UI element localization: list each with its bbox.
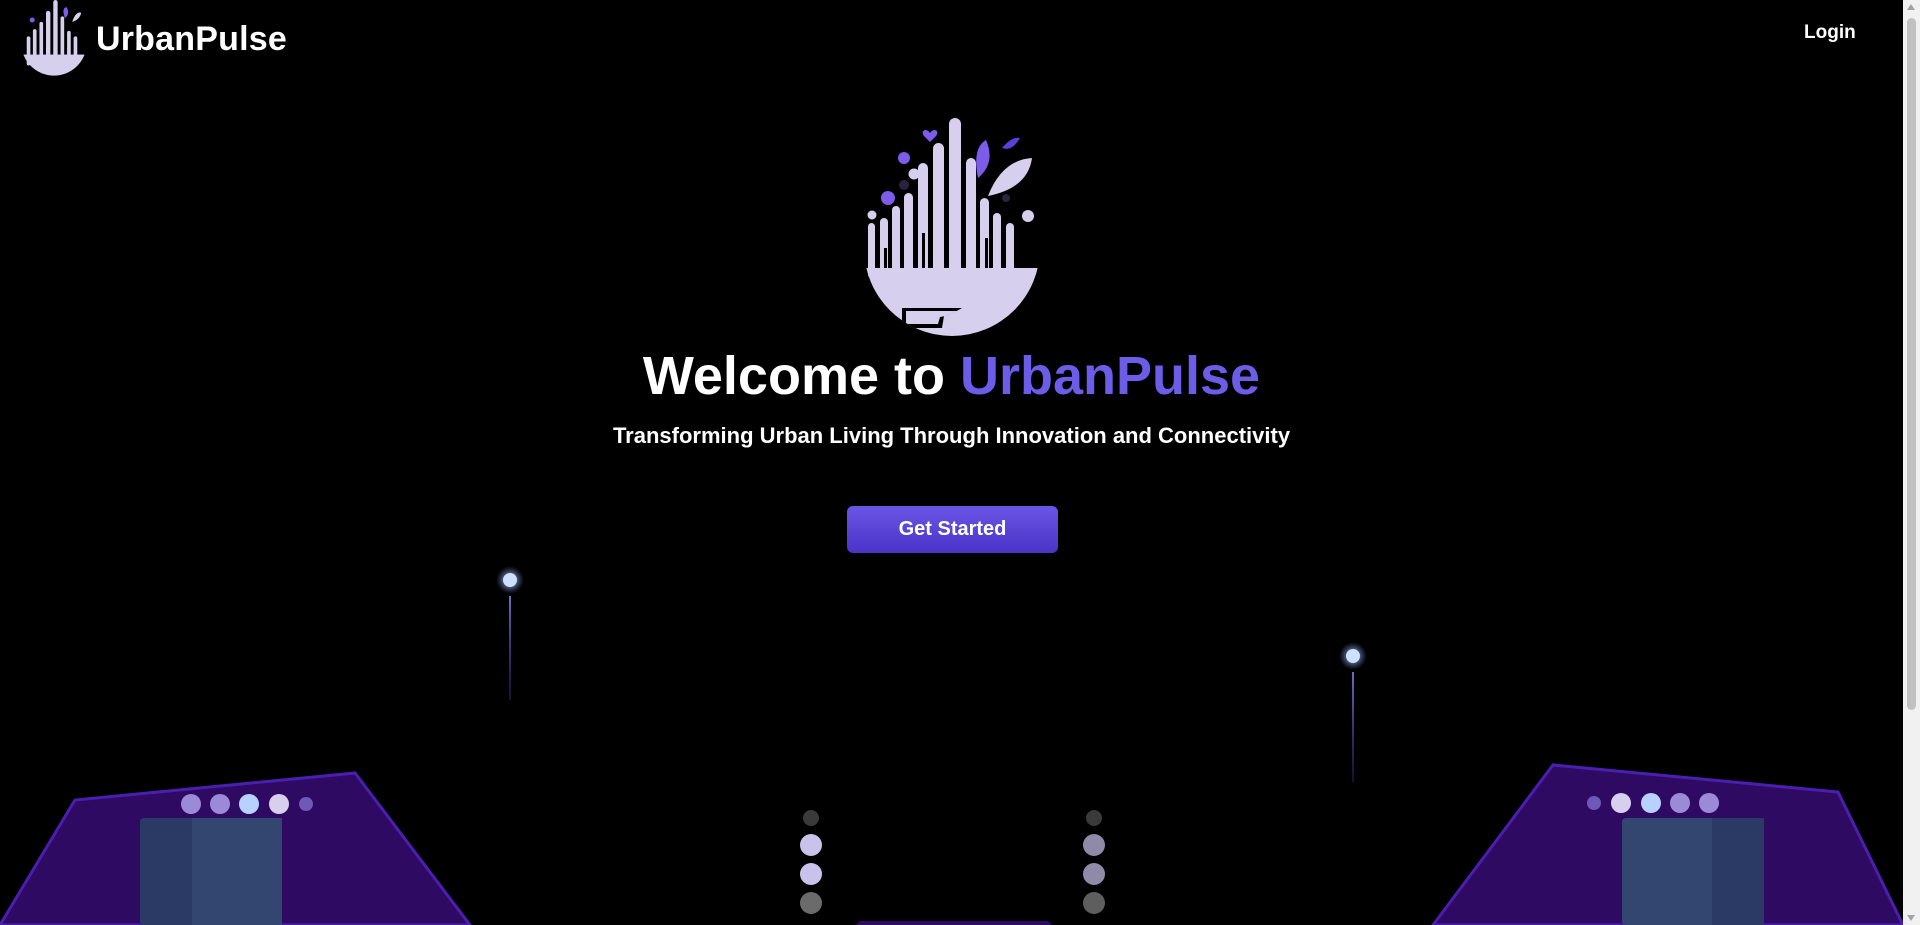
building-right (1431, 763, 1903, 925)
scroll-up-icon[interactable] (1907, 4, 1915, 10)
hero-logo-icon (864, 118, 1040, 336)
headline-accent: UrbanPulse (959, 346, 1261, 406)
scroll-thumb[interactable] (1907, 18, 1916, 710)
hero-headline: Welcome to UrbanPulse (0, 345, 1903, 407)
traffic-lights-left (800, 810, 822, 914)
hero-subtitle: Transforming Urban Living Through Innova… (612, 423, 1291, 448)
building-left (0, 771, 472, 925)
street-lamp-right (1339, 642, 1367, 782)
city-illustration (0, 566, 1903, 925)
urbanpulse-logo-icon (21, 0, 87, 76)
street-lamp-left (496, 566, 524, 700)
headline-prefix: Welcome to (642, 346, 945, 406)
page-scrollbar[interactable] (1903, 0, 1920, 925)
login-link[interactable]: Login (1804, 22, 1856, 44)
top-navbar: UrbanPulse Login (0, 0, 1903, 80)
scroll-down-icon[interactable] (1907, 915, 1915, 921)
traffic-lights-right (1083, 810, 1105, 914)
brand-link[interactable]: UrbanPulse (20, 0, 287, 80)
brand-name: UrbanPulse (96, 19, 287, 58)
get-started-button[interactable]: Get Started (847, 506, 1058, 553)
